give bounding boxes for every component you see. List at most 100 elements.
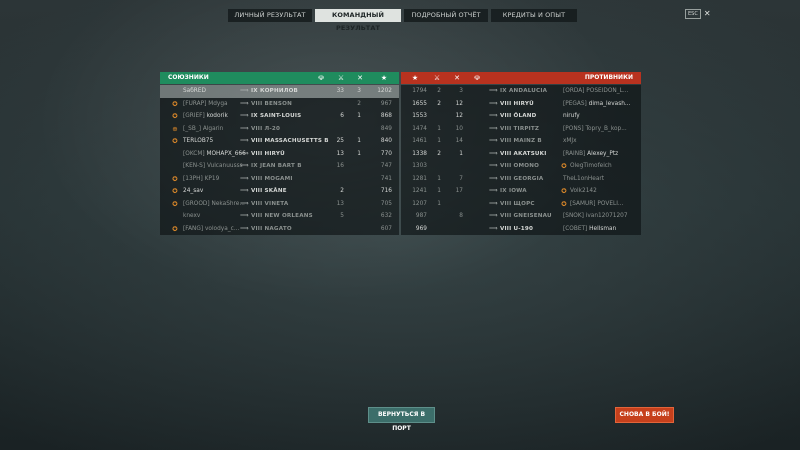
- player-name: OlegTimofeich: [570, 160, 612, 173]
- player-name: [GROOD] NekaShre...: [183, 198, 245, 211]
- player-name: [PEGAS] dima_levash...: [563, 98, 630, 111]
- ship-name: IX КОРНИЛОВ: [251, 88, 298, 94]
- ship-name: VIII TIRPITZ: [500, 125, 540, 132]
- ally-row[interactable]: ✪ 24_sav ⟹ VIII SKÅNE 2 716: [160, 185, 399, 198]
- ship-class-icon: ⟹: [240, 149, 249, 157]
- battle-again-button[interactable]: СНОВА В БОЙ!: [615, 407, 674, 423]
- tab-credits-xp[interactable]: КРЕДИТЫ И ОПЫТ: [491, 9, 577, 22]
- team-results-table: СОЮЗНИКИ ☫ ⚔ ✕ ★ ★ ⚔ ✕ ☫ ПРОТИВНИКИ SaбR…: [160, 72, 641, 236]
- clan-tag: [SNOK]: [563, 213, 586, 219]
- ally-row[interactable]: [KEN-S] Vulcanuusss ⟹ IX JEAN BART B 16 747: [160, 160, 399, 173]
- enemy-row[interactable]: 1794 2 3 ⟹ IX ANDALUCIA [ORDA] POSEIDON_L...: [401, 85, 641, 98]
- planes-count: 13: [336, 200, 344, 207]
- enemy-row[interactable]: 1461 1 14 ⟹ VIII MAINZ B xMJx: [401, 135, 641, 148]
- tab-detailed-report[interactable]: ПОДРОБНЫЙ ОТЧЁТ: [404, 9, 488, 22]
- player-nick: xMJx: [563, 138, 577, 144]
- ship-name: VIII ЩОРС: [500, 200, 535, 207]
- enemy-row[interactable]: 1553 12 ⟹ VIII ÖLAND nirufy: [401, 110, 641, 123]
- player-nick: volodya_c...: [204, 225, 240, 232]
- planes-count: 8: [459, 213, 463, 219]
- player-icon: ✪: [172, 224, 178, 233]
- ally-row[interactable]: ✪ [13PH] KP19 ⟹ VIII MOGAMI 741: [160, 172, 399, 186]
- enemy-row[interactable]: 1207 1 ⟹ VIII ЩОРС ✪ [SAMUR] POVELI...: [401, 197, 641, 210]
- player-nick: dima_levash...: [588, 100, 631, 107]
- ship-class-icon: ⟹: [240, 137, 249, 144]
- ally-row[interactable]: knexv ⟹ VIII NEW ORLEANS 5 632: [160, 210, 399, 223]
- player-nick: 24_sav: [183, 188, 204, 194]
- planes-count: 33: [336, 88, 344, 94]
- base-xp: 840: [380, 138, 392, 144]
- ship-name: VIII SKÅNE: [251, 188, 287, 194]
- tab-team-result[interactable]: КОМАНДНЫЙ РЕЗУЛЬТАТ: [315, 9, 401, 32]
- enemy-row[interactable]: 1241 1 17 ⟹ IX IOWA ✪ Volk2142: [401, 185, 641, 198]
- planes-count: 25: [336, 138, 344, 144]
- ally-row[interactable]: SaбRED ⟹ IX КОРНИЛОВ 33 3 1202: [160, 85, 399, 98]
- ally-row[interactable]: ⊕ [_SB_] Algarin ⟹ VIII Л-20 849: [160, 122, 399, 136]
- ship-name: VIII NEW ORLEANS: [251, 213, 313, 219]
- base-xp: 849: [380, 125, 392, 132]
- ship-class-icon: ⟹: [240, 99, 249, 107]
- enemy-row[interactable]: 1338 2 1 ⟹ VIII AKATSUKI [RAINB] Alexey_Ptz: [401, 147, 641, 160]
- ship-class-icon: ⟹: [240, 187, 249, 194]
- kills-count: 1: [437, 138, 441, 144]
- ally-row[interactable]: ✪ [FURAP] Mdyga ⟹ VIII BENSON 2 967: [160, 97, 399, 110]
- ship-name: VIII HIRYŪ: [500, 100, 534, 107]
- ally-row[interactable]: ✪ TERLOB75 ⟹ VIII MASSACHUSETTS B 25 1 840: [160, 135, 399, 148]
- return-to-port-button[interactable]: ВЕРНУТЬСЯ В ПОРТ: [368, 407, 435, 432]
- player-icon: ✪: [172, 99, 178, 108]
- enemy-row[interactable]: 969 ⟹ VIII U-190 [СОВЕТ] Hellsman: [401, 222, 641, 236]
- clan-tag: [GRIEF]: [183, 113, 207, 119]
- player-name: [13PH] KP19: [183, 173, 219, 186]
- tab-personal-result[interactable]: ЛИЧНЫЙ РЕЗУЛЬТАТ: [228, 9, 312, 22]
- ship-name: VIII AKATSUKI: [500, 150, 547, 157]
- planes-count: 16: [336, 163, 344, 169]
- base-xp: 967: [380, 100, 392, 107]
- enemy-row[interactable]: 1281 1 7 ⟹ VIII GEORGIA TheL1onHeart: [401, 172, 641, 185]
- ship-class-icon: ⟹: [489, 199, 498, 207]
- base-xp: 1241: [412, 188, 427, 194]
- close-icon[interactable]: ✕: [704, 10, 711, 18]
- player-name: nirufy: [563, 110, 580, 123]
- clan-tag: [ORDA]: [563, 88, 587, 94]
- player-name: [ORDA] POSEIDON_L...: [563, 85, 628, 98]
- ally-row[interactable]: ✪ [GRIEF] kodorik ⟹ IX SAINT-LOUIS 6 1 868: [160, 110, 399, 123]
- ship-class-icon: ⟹: [489, 187, 498, 194]
- enemy-row[interactable]: 1303 ⟹ VIII OMONO ✪ OlegTimofeich: [401, 160, 641, 173]
- player-icon: ✪: [172, 174, 178, 183]
- base-xp: 1461: [412, 138, 427, 144]
- player-nick: ivan12071207: [585, 213, 628, 219]
- ship-name: VIII HIRYŪ: [251, 150, 285, 157]
- player-icon: ✪: [172, 187, 178, 195]
- ally-row[interactable]: ✪ [FANG] volodya_c... ⟹ VIII NAGATO 607: [160, 222, 399, 235]
- base-xp: 1281: [412, 175, 427, 182]
- ally-row[interactable]: ✪ [GROOD] NekaShre... ⟹ VIII VINETA 13 705: [160, 197, 399, 211]
- player-name: [СОВЕТ] Hellsman: [563, 223, 616, 236]
- player-name: TERLOB75: [183, 135, 213, 148]
- clan-tag: [_SB_]: [183, 125, 203, 132]
- ship-class-icon: ⟹: [489, 162, 498, 169]
- planes-count: 1: [459, 150, 463, 157]
- ally-row[interactable]: [OKCM] MOHAPX_666 ⟹ VIII HIRYŪ 13 1 770: [160, 147, 399, 160]
- player-nick: nirufy: [563, 113, 580, 119]
- ship-class-icon: ⟹: [240, 162, 249, 169]
- enemy-row[interactable]: 1655 2 12 ⟹ VIII HIRYŪ [PEGAS] dima_levash...: [401, 97, 641, 111]
- ship-name: VIII ÖLAND: [500, 113, 537, 119]
- ship-name: IX ANDALUCIA: [500, 88, 548, 94]
- base-xp: 1338: [412, 150, 427, 157]
- ship-name: IX JEAN BART B: [251, 163, 302, 169]
- base-xp: 1794: [412, 88, 427, 94]
- ship-class-icon: ⟹: [489, 149, 498, 157]
- esc-close[interactable]: ESC ✕: [685, 9, 711, 19]
- base-xp: 987: [415, 213, 427, 219]
- ship-name: VIII Л-20: [251, 125, 281, 132]
- allies-title: СОЮЗНИКИ: [168, 74, 209, 81]
- player-name: [_SB_] Algarin: [183, 123, 223, 136]
- player-nick: SaбRED: [183, 88, 206, 94]
- base-xp: 1553: [412, 113, 427, 119]
- kills-count: 2: [357, 100, 361, 107]
- base-xp: 607: [380, 225, 392, 232]
- player-icon: ✪: [561, 187, 567, 195]
- enemy-row[interactable]: 1474 1 10 ⟹ VIII TIRPITZ [PONS] Topry_B_kop..…: [401, 122, 641, 135]
- enemy-row[interactable]: 987 8 ⟹ VIII GNEISENAU [SNOK] ivan12071207: [401, 210, 641, 223]
- result-tabs: ЛИЧНЫЙ РЕЗУЛЬТАТ КОМАНДНЫЙ РЕЗУЛЬТАТ ПОД…: [228, 9, 577, 32]
